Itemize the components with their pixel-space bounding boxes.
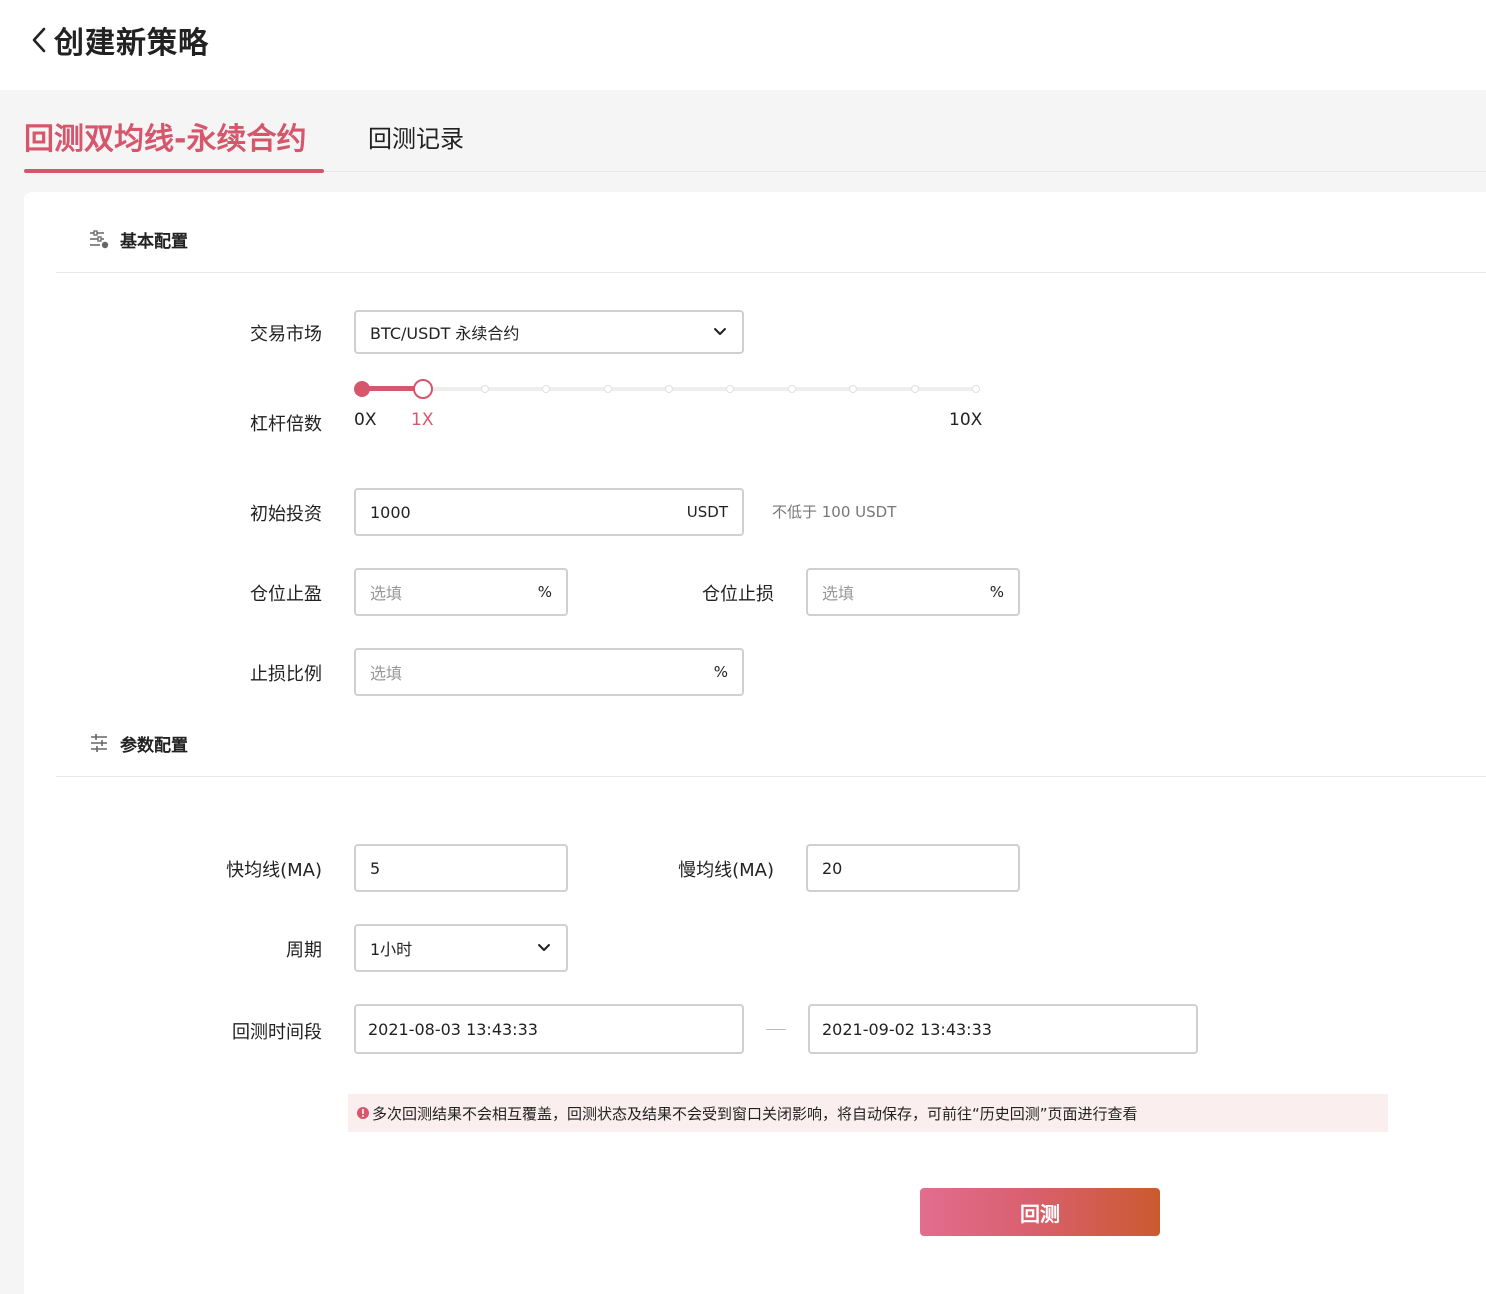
- fast-ma-value: 5: [370, 858, 381, 878]
- slider-start-marker: [354, 381, 370, 397]
- leverage-min-label: 0X: [354, 410, 377, 430]
- warning-icon: [356, 1106, 370, 1120]
- stop-loss-label: 仓位止损: [702, 584, 774, 605]
- notice-text: 多次回测结果不会相互覆盖，回测状态及结果不会受到窗口关闭影响，将自动保存，可前往…: [372, 1104, 1138, 1123]
- investment-unit: USDT: [686, 503, 728, 521]
- slider-step-dot[interactable]: [972, 385, 980, 393]
- chevron-down-icon: [536, 940, 552, 956]
- range-end-value: 2021-09-02 13:43:33: [822, 1019, 992, 1039]
- range-separator: [766, 1029, 786, 1030]
- slow-ma-input[interactable]: 20: [806, 844, 1020, 892]
- investment-input[interactable]: 1000 USDT: [354, 488, 744, 536]
- investment-label: 初始投资: [250, 504, 322, 525]
- take-profit-unit: %: [537, 583, 552, 601]
- slider-step-dot[interactable]: [910, 385, 919, 393]
- market-select[interactable]: BTC/USDT 永续合约: [354, 310, 744, 354]
- slow-ma-label: 慢均线(MA): [678, 860, 774, 881]
- divider: [56, 272, 1486, 273]
- section-basic-title: 基本配置: [120, 231, 188, 252]
- slider-handle[interactable]: [413, 379, 434, 399]
- period-select[interactable]: 1小时: [354, 924, 568, 972]
- take-profit-input[interactable]: 选填 %: [354, 568, 568, 616]
- page-title: 创建新策略: [54, 26, 209, 61]
- tab-backtest-dual-ma[interactable]: 回测双均线-永续合约: [24, 100, 324, 173]
- slider-step-dot[interactable]: [665, 385, 673, 393]
- stop-ratio-placeholder: 选填: [370, 664, 403, 683]
- back-button[interactable]: 创建新策略: [26, 20, 209, 61]
- range-label: 回测时间段: [232, 1022, 322, 1043]
- leverage-current-label: 1X: [411, 410, 434, 430]
- config-card: 基本配置 交易市场 BTC/USDT 永续合约 杠杆倍数 0X 1X 10X 初…: [24, 192, 1486, 1294]
- stop-ratio-input[interactable]: 选填 %: [354, 648, 744, 696]
- period-value: 1小时: [370, 940, 413, 959]
- slider-step-dot[interactable]: [542, 385, 551, 393]
- stop-ratio-unit: %: [713, 663, 728, 681]
- slider-step-dot[interactable]: [480, 385, 489, 393]
- top-bar: 创建新策略: [0, 0, 1486, 90]
- slider-step-dot[interactable]: [787, 385, 796, 393]
- chevron-left-icon[interactable]: [26, 20, 52, 60]
- divider: [56, 776, 1486, 777]
- range-start-value: 2021-08-03 13:43:33: [368, 1019, 538, 1039]
- chevron-down-icon: [712, 324, 728, 340]
- range-start-input[interactable]: 2021-08-03 13:43:33: [354, 1004, 744, 1054]
- investment-value: 1000: [370, 502, 411, 522]
- fast-ma-label: 快均线(MA): [226, 860, 322, 881]
- stop-loss-input[interactable]: 选填 %: [806, 568, 1020, 616]
- range-end-input[interactable]: 2021-09-02 13:43:33: [808, 1004, 1198, 1054]
- slider-step-dot[interactable]: [849, 385, 858, 393]
- slider-step-dot[interactable]: [726, 385, 735, 393]
- stop-loss-unit: %: [989, 583, 1004, 601]
- settings-sliders-icon: [88, 228, 110, 250]
- leverage-slider[interactable]: [354, 379, 984, 400]
- notice-banner: 多次回测结果不会相互覆盖，回测状态及结果不会受到窗口关闭影响，将自动保存，可前往…: [348, 1094, 1388, 1132]
- take-profit-placeholder: 选填: [370, 584, 403, 603]
- market-value: BTC/USDT 永续合约: [370, 324, 520, 343]
- investment-hint: 不低于 100 USDT: [772, 503, 897, 521]
- leverage-label: 杠杆倍数: [250, 414, 322, 435]
- stop-loss-placeholder: 选填: [822, 584, 855, 603]
- tab-backtest-records[interactable]: 回测记录: [368, 100, 464, 172]
- tab-bar: 回测双均线-永续合约 回测记录: [24, 100, 1486, 173]
- take-profit-label: 仓位止盈: [250, 584, 322, 605]
- section-params-title: 参数配置: [120, 735, 188, 756]
- sliders-icon: [88, 732, 110, 754]
- fast-ma-input[interactable]: 5: [354, 844, 568, 892]
- period-label: 周期: [286, 940, 322, 961]
- backtest-button[interactable]: 回测: [920, 1188, 1160, 1236]
- section-params-header: 参数配置: [88, 728, 188, 758]
- slider-step-dot[interactable]: [603, 385, 612, 393]
- slow-ma-value: 20: [822, 858, 843, 878]
- stop-ratio-label: 止损比例: [250, 664, 322, 685]
- market-label: 交易市场: [250, 324, 322, 345]
- section-basic-header: 基本配置: [88, 224, 188, 254]
- leverage-max-label: 10X: [949, 410, 983, 430]
